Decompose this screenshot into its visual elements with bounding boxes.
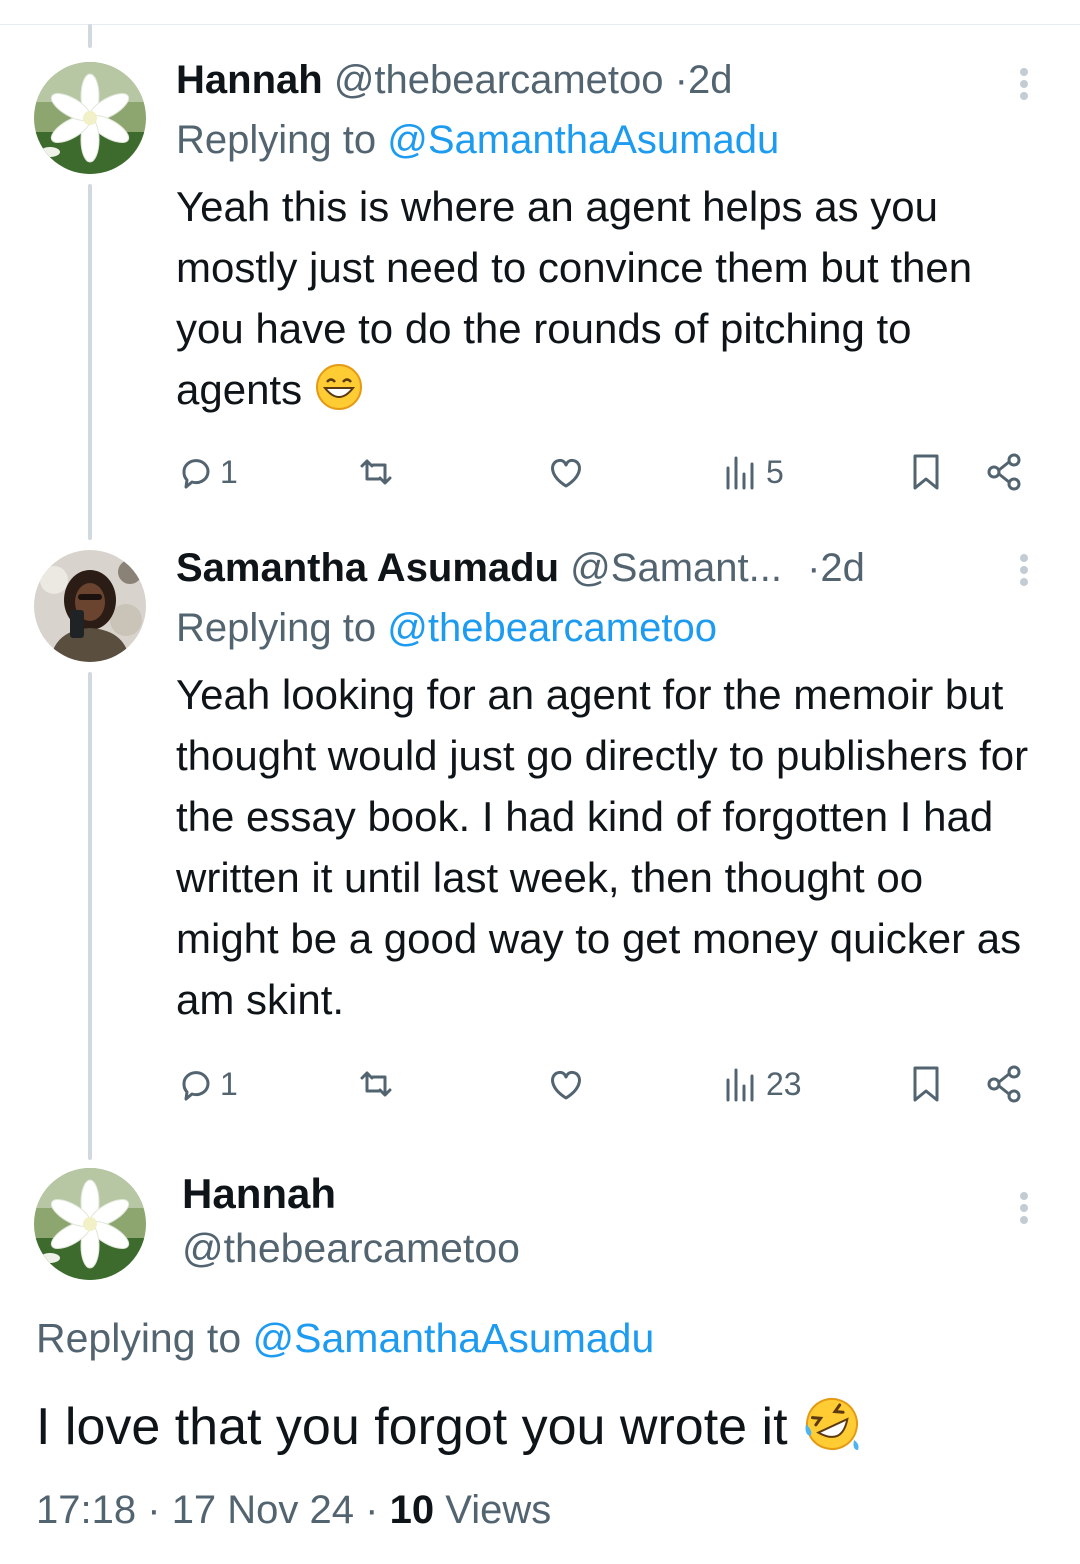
like-button[interactable] [546, 450, 586, 494]
rolling-on-floor-laughing-emoji-icon [802, 1394, 862, 1454]
bookmark-icon [913, 1066, 939, 1102]
replying-to: Replying to @thebearcametoo [176, 602, 1036, 654]
separator-dot: · [365, 1488, 379, 1532]
replying-to-mention[interactable]: @thebearcametoo [387, 606, 717, 650]
share-icon [987, 453, 1021, 491]
bookmark-icon [913, 454, 939, 490]
main-tweet-time: 17:18 [36, 1488, 137, 1532]
separator-dot: · [147, 1488, 161, 1532]
tweet-header: Hannah @thebearcametoo ·2d [176, 54, 1036, 106]
main-replying-to: Replying to @SamanthaAsumadu [36, 1312, 654, 1364]
tweet-actions-2: 1 23 [176, 1062, 1036, 1106]
tweet-time[interactable]: 2d [820, 546, 865, 590]
author-name[interactable]: Samantha Asumadu [176, 546, 559, 590]
replying-to-mention[interactable]: @SamanthaAsumadu [387, 118, 779, 162]
avatar-hannah-main[interactable] [34, 1168, 146, 1280]
avatar-hannah[interactable] [34, 62, 146, 174]
more-options-icon[interactable] [1016, 66, 1032, 114]
reply-tweet-2[interactable]: Samantha Asumadu @Samant... ·2d Replying… [176, 542, 1036, 1030]
tweet-text: Yeah this is where an agent helps as you… [176, 176, 1036, 420]
heart-icon [551, 1070, 581, 1100]
views-count: 5 [766, 453, 784, 490]
tweet-text: Yeah looking for an agent for the memoir… [176, 671, 1029, 1023]
main-tweet-date: 17 Nov 24 [171, 1488, 355, 1532]
bookmark-button[interactable] [906, 450, 946, 494]
views-count: 23 [766, 1065, 802, 1102]
bar-chart-icon [726, 456, 754, 490]
retweet-button[interactable] [356, 450, 396, 494]
replying-to-mention[interactable]: @SamanthaAsumadu [253, 1315, 655, 1361]
main-views-label[interactable]: Views [445, 1488, 551, 1532]
reply-icon [182, 1071, 210, 1101]
retweet-button[interactable] [356, 1062, 396, 1106]
replying-to-label: Replying to [176, 606, 377, 650]
heart-icon [551, 458, 581, 488]
thread-line-top [88, 24, 92, 48]
main-tweet-text-content: I love that you forgot you wrote it [36, 1398, 788, 1456]
views-button[interactable]: 5 [722, 450, 784, 494]
reply-tweet-1[interactable]: Hannah @thebearcametoo ·2d Replying to @… [176, 54, 1036, 420]
author-name[interactable]: Hannah [176, 58, 323, 102]
bar-chart-icon [726, 1068, 754, 1102]
main-tweet-text: I love that you forgot you wrote it [36, 1394, 862, 1459]
more-options-icon[interactable] [1016, 552, 1032, 600]
thread-line-2 [88, 672, 92, 1160]
retweet-icon [360, 1071, 392, 1097]
reply-count: 1 [220, 1065, 238, 1102]
share-icon [987, 1065, 1021, 1103]
main-author-handle[interactable]: @thebearcametoo [182, 1222, 520, 1274]
reply-button[interactable]: 1 [176, 1062, 238, 1106]
reply-icon [182, 459, 210, 489]
tweet-time[interactable]: 2d [688, 58, 733, 102]
reply-count: 1 [220, 453, 238, 490]
share-button[interactable] [984, 450, 1024, 494]
author-handle[interactable]: @Samant... [570, 546, 782, 590]
replying-to-label: Replying to [36, 1315, 242, 1361]
avatar-samantha[interactable] [34, 550, 146, 662]
tweet-actions-1: 1 5 [176, 450, 1036, 494]
top-divider [0, 24, 1080, 25]
main-author-name[interactable]: Hannah [182, 1168, 336, 1220]
views-button[interactable]: 23 [722, 1062, 802, 1106]
thread-line-1 [88, 184, 92, 540]
like-button[interactable] [546, 1062, 586, 1106]
main-views-count[interactable]: 10 [390, 1488, 435, 1532]
author-handle[interactable]: @thebearcametoo [334, 58, 664, 102]
bookmark-button[interactable] [906, 1062, 946, 1106]
tweet-header: Samantha Asumadu @Samant... ·2d [176, 542, 1036, 594]
share-button[interactable] [984, 1062, 1024, 1106]
main-tweet-meta: 17:18 · 17 Nov 24 · 10 Views [36, 1484, 551, 1536]
separator-dot: · [807, 546, 821, 590]
replying-to-label: Replying to [176, 118, 377, 162]
more-options-icon[interactable] [1016, 1190, 1032, 1238]
replying-to: Replying to @SamanthaAsumadu [176, 114, 1036, 166]
reply-button[interactable]: 1 [176, 450, 238, 494]
tweet-text-content: Yeah this is where an agent helps as you… [176, 183, 973, 413]
grinning-face-emoji-icon [314, 362, 364, 412]
separator-dot: · [674, 58, 688, 102]
retweet-icon [360, 459, 392, 485]
